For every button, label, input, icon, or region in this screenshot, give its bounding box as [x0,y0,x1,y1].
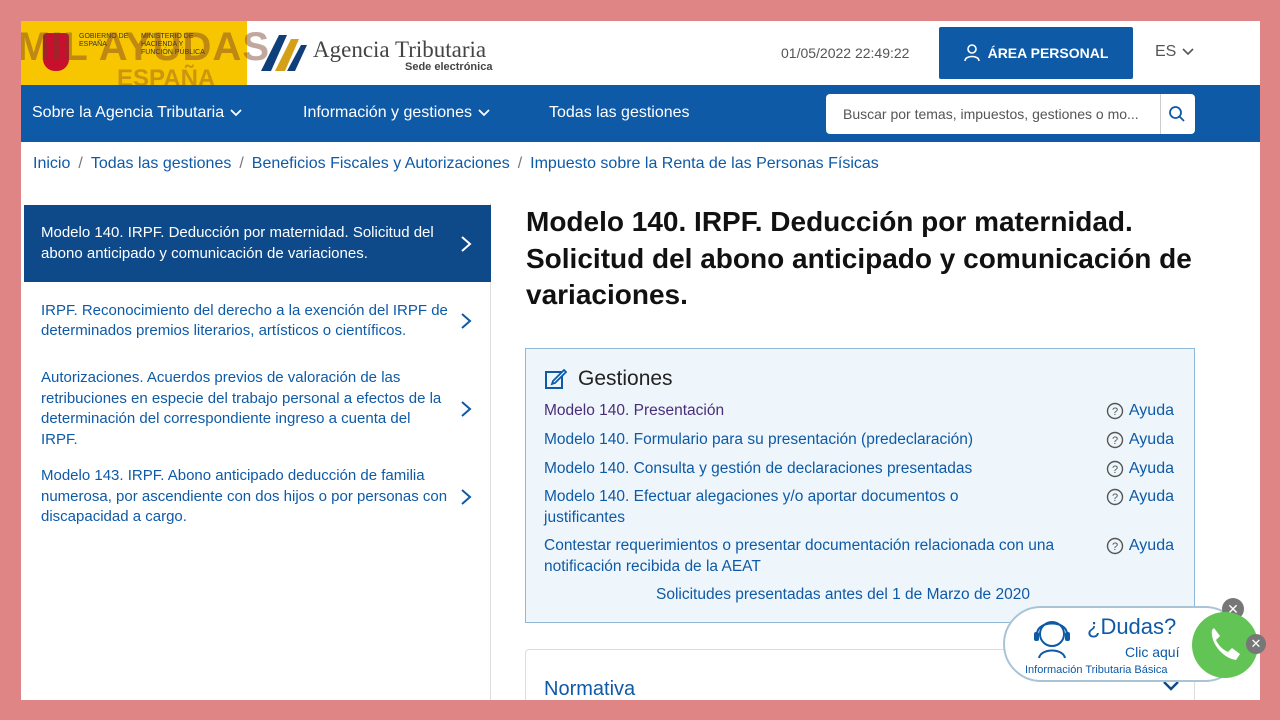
agencia-tributaria-logo-icon[interactable] [257,31,309,75]
dudas-click: Clic aquí [1125,644,1180,660]
breadcrumb-inicio[interactable]: Inicio [33,155,70,173]
header: GOBIERNO DE ESPAÑA MINISTERIO DE HACIEND… [21,21,1260,92]
search-input[interactable] [826,95,1160,133]
chevron-right-icon [461,235,472,252]
search-button[interactable] [1160,94,1192,134]
breadcrumb-irpf[interactable]: Impuesto sobre la Renta de las Personas … [530,155,879,173]
gestion-row: Modelo 140. Presentación ? Ayuda [544,401,1174,422]
breadcrumb-separator: / [239,155,244,172]
search-icon [1168,106,1185,122]
gestiones-heading-label: Gestiones [578,367,673,390]
language-selector[interactable]: ES [1155,43,1194,61]
sidebar-item-autorizaciones[interactable]: Autorizaciones. Acuerdos previos de valo… [24,367,491,451]
help-link[interactable]: ? Ayuda [1106,430,1174,450]
breadcrumb-separator: / [78,155,83,172]
user-icon [963,44,980,62]
sidebar-item-premios[interactable]: IRPF. Reconocimiento del derecho a la ex… [24,289,491,353]
edit-icon [545,368,568,389]
help-label: Ayuda [1128,431,1174,448]
help-icon: ? [1106,537,1124,555]
help-label: Ayuda [1128,537,1174,554]
chevron-right-icon [461,489,472,505]
nav-todas-gestiones[interactable]: Todas las gestiones [549,104,690,122]
chevron-right-icon [461,401,472,417]
page: GOBIERNO DE ESPAÑA MINISTERIO DE HACIEND… [21,21,1260,700]
sidebar-item-label: IRPF. Reconocimiento del derecho a la ex… [41,301,448,340]
chevron-down-icon [478,109,490,117]
gestion-link-consulta[interactable]: Modelo 140. Consulta y gestión de declar… [544,459,1074,480]
svg-text:?: ? [1112,435,1118,447]
svg-text:?: ? [1112,541,1118,553]
help-icon: ? [1106,402,1124,420]
nav-item-label: Sobre la Agencia Tributaria [32,104,225,121]
agency-title: Agencia Tributaria [313,37,487,62]
nav-item-label: Todas las gestiones [549,104,690,121]
sidebar-item-label: Modelo 143. IRPF. Abono anticipado deduc… [41,467,448,526]
gestion-row: Modelo 140. Formulario para su presentac… [544,430,1174,451]
gestion-link-presentacion[interactable]: Modelo 140. Presentación [544,401,1074,422]
dudas-question: ¿Dudas? [1087,614,1177,639]
language-label: ES [1155,43,1177,60]
breadcrumb: Inicio / Todas las gestiones / Beneficio… [33,155,879,173]
gestion-row: Contestar requerimientos o presentar doc… [544,536,1174,577]
nav-informacion-gestiones[interactable]: Información y gestiones [303,104,490,122]
watermark-top: MIL AYUDAS [21,25,271,69]
search-box [826,94,1195,134]
breadcrumb-beneficios-fiscales[interactable]: Beneficios Fiscales y Autorizaciones [252,155,510,173]
gestiones-note[interactable]: Solicitudes presentadas antes del 1 de M… [656,586,1030,604]
normativa-heading: Normativa [544,678,636,700]
svg-text:?: ? [1112,464,1118,476]
breadcrumb-separator: / [517,155,523,172]
help-label: Ayuda [1128,402,1174,419]
gestion-row: Modelo 140. Efectuar alegaciones y/o apo… [544,487,1174,528]
gestion-link-formulario[interactable]: Modelo 140. Formulario para su presentac… [544,430,1074,451]
agency-subtitle: Sede electrónica [405,61,493,73]
support-agent-icon [1034,621,1070,659]
gestiones-heading: Gestiones [544,367,673,391]
help-link[interactable]: ? Ayuda [1106,459,1174,479]
help-label: Ayuda [1128,460,1174,477]
svg-text:?: ? [1112,492,1118,504]
nav-item-label: Información y gestiones [303,104,472,121]
gestiones-panel: Gestiones Modelo 140. Presentación ? Ayu… [525,348,1195,623]
help-icon: ? [1106,460,1124,478]
chevron-down-icon [1182,48,1194,56]
main-nav: Sobre la Agencia Tributaria Información … [21,85,1260,142]
help-icon: ? [1106,431,1124,449]
nav-sobre-agencia[interactable]: Sobre la Agencia Tributaria [32,104,242,122]
svg-text:?: ? [1112,406,1118,418]
close-icon[interactable]: ✕ [1246,634,1266,654]
page-title: Modelo 140. IRPF. Deducción por maternid… [526,206,1192,310]
area-personal-label: ÁREA PERSONAL [987,45,1109,61]
gestion-link-requerimientos[interactable]: Contestar requerimientos o presentar doc… [544,536,1084,577]
gestion-link-alegaciones[interactable]: Modelo 140. Efectuar alegaciones y/o apo… [544,487,1014,528]
help-link[interactable]: ? Ayuda [1106,487,1174,507]
help-icon: ? [1106,488,1124,506]
breadcrumb-todas-gestiones[interactable]: Todas las gestiones [91,155,232,173]
help-label: Ayuda [1128,488,1174,505]
sidebar-item-modelo-143[interactable]: Modelo 143. IRPF. Abono anticipado deduc… [24,465,491,529]
datetime: 01/05/2022 22:49:22 [781,45,910,61]
gestion-row: Modelo 140. Consulta y gestión de declar… [544,459,1174,480]
chevron-right-icon [461,313,472,329]
sidebar-item-label: Modelo 140. IRPF. Deducción por maternid… [41,224,434,262]
sidebar-item-modelo-140[interactable]: Modelo 140. IRPF. Deducción por maternid… [24,205,491,282]
sidebar-item-label: Autorizaciones. Acuerdos previos de valo… [41,369,442,448]
sidebar: Modelo 140. IRPF. Deducción por maternid… [21,203,491,700]
dudas-info: Información Tributaria Básica [1025,664,1168,676]
area-personal-button[interactable]: ÁREA PERSONAL [939,27,1133,79]
help-link[interactable]: ? Ayuda [1106,401,1174,421]
help-link[interactable]: ? Ayuda [1106,536,1174,556]
chevron-down-icon [230,109,242,117]
